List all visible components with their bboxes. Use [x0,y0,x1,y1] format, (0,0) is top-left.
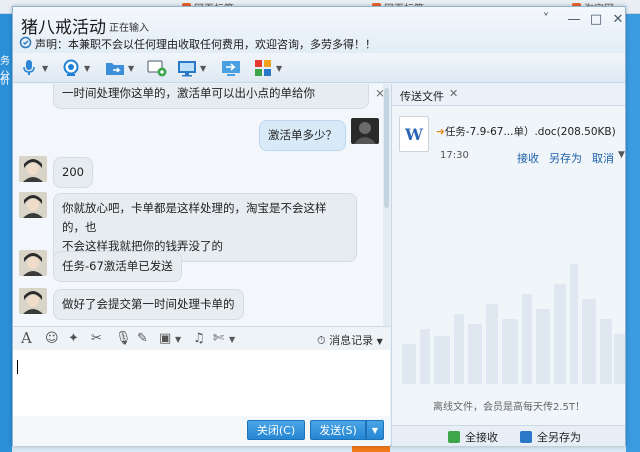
offline-file-tip: 离线文件，会员是高每天传2.5T！ [432,402,585,413]
chevron-down-icon[interactable]: ▼ [175,335,181,344]
avatar[interactable] [19,288,47,314]
message-text: 一时间处理你这单的，激活单可以出小点的单给你 [62,86,315,100]
message-bubble: 一时间处理你这单的，激活单可以出小点的单给你 [53,84,369,109]
message-bubble-self: 激活单多少？ [259,120,346,151]
message-text: 任务-67激活单已发送 [62,259,173,273]
file-name-text: 任务-7.9-67...单）.doc(208.50KB) [444,126,616,138]
chat-window: 猪八戒活动 正在输入 声明：本兼职不会以任何理由收取任何费用，欢迎咨询，多劳多得… [12,6,626,446]
message-bubble: 任务-67激活单已发送 [53,251,182,282]
message-bubble: 做好了会提交第一时间处理卡单的 [53,289,244,320]
send-file-button[interactable]: ▼ [105,57,134,79]
minimize-button[interactable]: — [565,12,583,27]
music-icon[interactable]: ♫ [193,331,205,346]
word-document-icon: W [399,116,429,152]
contact-name: 猪八戒活动 [21,18,106,38]
close-icon[interactable]: ✕ [449,87,458,100]
background-right-panel [626,14,640,452]
chevron-down-icon: ▼ [376,337,383,346]
save-all-label: 全另存为 [537,431,581,444]
text-caret [17,360,18,374]
message-add-icon [147,58,167,78]
message-text: 激活单多少？ [268,128,337,142]
chevron-down-icon[interactable]: ▼ [618,150,625,160]
background-left-panel: 务分 价 [0,14,12,452]
avatar[interactable] [19,192,47,218]
message-text: 做好了会提交第一时间处理卡单的 [62,297,235,311]
new-message-button[interactable] [147,57,167,79]
input-toolbar: A ☺ ✦ ✂ 🎙 ✎ ▣ ▼ ♫ ✄ ▼ ⏱ 消息记录 ▼ [13,326,390,350]
avatar[interactable] [19,250,47,276]
background-left-label: 价 [0,76,10,87]
message-bubble: 200 [53,157,93,188]
magic-icon[interactable]: ✦ [68,331,79,346]
emoji-icon[interactable]: ☺ [45,331,59,346]
maximize-button[interactable]: □ [587,12,605,27]
image-icon[interactable]: ▣ [159,331,171,346]
panel-tab-bar: 传送文件 ✕ [392,84,625,106]
receive-link[interactable]: 接收 [517,150,539,166]
screen-share-button[interactable]: ▼ [177,57,206,79]
close-chat-button[interactable]: 关闭(C) [247,420,305,440]
typing-status: 正在输入 [109,23,149,34]
title-bar: 猪八戒活动 正在输入 声明：本兼职不会以任何理由收取任何费用，欢迎咨询，多劳多得… [13,7,625,53]
chevron-down-icon[interactable]: ▼ [229,335,235,344]
screen-share-icon [177,58,197,78]
chevron-down-icon[interactable]: ▼ [276,64,282,73]
apps-button[interactable]: ▼ [253,57,282,79]
contact-notice: 声明：本兼职不会以任何理由收取任何费用，欢迎咨询，多劳多得！！ [35,38,376,51]
send-bar: 关闭(C) 发送(S) ▼ [13,416,390,446]
voice-icon[interactable]: 🎙 [115,331,132,346]
chat-toolbar: ▼ ▼ ▼ ▼ ▼ [13,53,625,83]
scrollbar-thumb[interactable] [384,88,389,208]
voice-call-button[interactable]: ▼ [19,57,48,79]
edit-icon[interactable]: ✎ [137,331,148,346]
message-input[interactable] [13,350,390,416]
message-text: 200 [62,165,84,179]
remote-assist-button[interactable] [221,57,241,79]
chevron-down-icon[interactable]: ▼ [84,64,90,73]
save-as-link[interactable]: 另存为 [549,150,582,166]
dropdown-button[interactable]: ˅ [537,12,555,27]
avatar[interactable] [351,118,379,144]
avatar[interactable] [19,156,47,182]
incoming-arrow-icon: ➜ [436,126,445,138]
send-options-button[interactable]: ▼ [366,420,384,440]
message-history-button[interactable]: ⏱ 消息记录 ▼ [317,332,383,348]
file-name: ➜任务-7.9-67...单）.doc(208.50KB) [436,124,616,139]
file-transfer-panel: 传送文件 ✕ W ➜任务-7.9-67...单）.doc(208.50KB) 1… [391,84,625,446]
file-time: 17:30 [440,150,469,161]
microphone-icon [19,58,39,78]
screenshot-icon[interactable]: ✂ [91,331,102,346]
chat-history: ⨯ 一时间处理你这单的，激活单可以出小点的单给你 激活单多少？ 200 你就放心… [13,84,390,326]
history-label: 消息记录 [329,334,374,347]
video-call-button[interactable]: ▼ [61,57,90,79]
chevron-down-icon[interactable]: ▼ [200,64,206,73]
panel-bottom-bar: 全接收 全另存为 [392,425,625,446]
receive-all-button[interactable]: 全接收 [448,429,498,445]
chevron-down-icon[interactable]: ▼ [128,64,134,73]
save-all-button[interactable]: 全另存为 [520,429,581,445]
save-all-icon [520,431,532,443]
chevron-down-icon[interactable]: ▼ [42,64,48,73]
tab-file-transfer[interactable]: 传送文件 [400,88,444,104]
notice-icon [19,36,32,52]
scissors-icon[interactable]: ✄ [213,331,224,346]
message-text: 你就放心吧，卡单都是这样处理的，淘宝是不会这样的，也 [62,201,327,234]
apps-grid-icon [253,58,273,78]
cancel-link[interactable]: 取消 [592,150,614,166]
receive-all-icon [448,431,460,443]
chat-scrollbar[interactable] [383,84,390,326]
file-transfer-icon [105,58,125,78]
send-button[interactable]: 发送(S) [310,420,366,440]
close-button[interactable]: ✕ [609,12,627,27]
clock-icon: ⏱ [317,334,326,347]
remote-desktop-icon [221,58,241,78]
city-skyline-watermark [402,264,625,384]
webcam-icon [61,58,81,78]
font-icon[interactable]: A [21,329,32,347]
receive-all-label: 全接收 [465,431,498,444]
